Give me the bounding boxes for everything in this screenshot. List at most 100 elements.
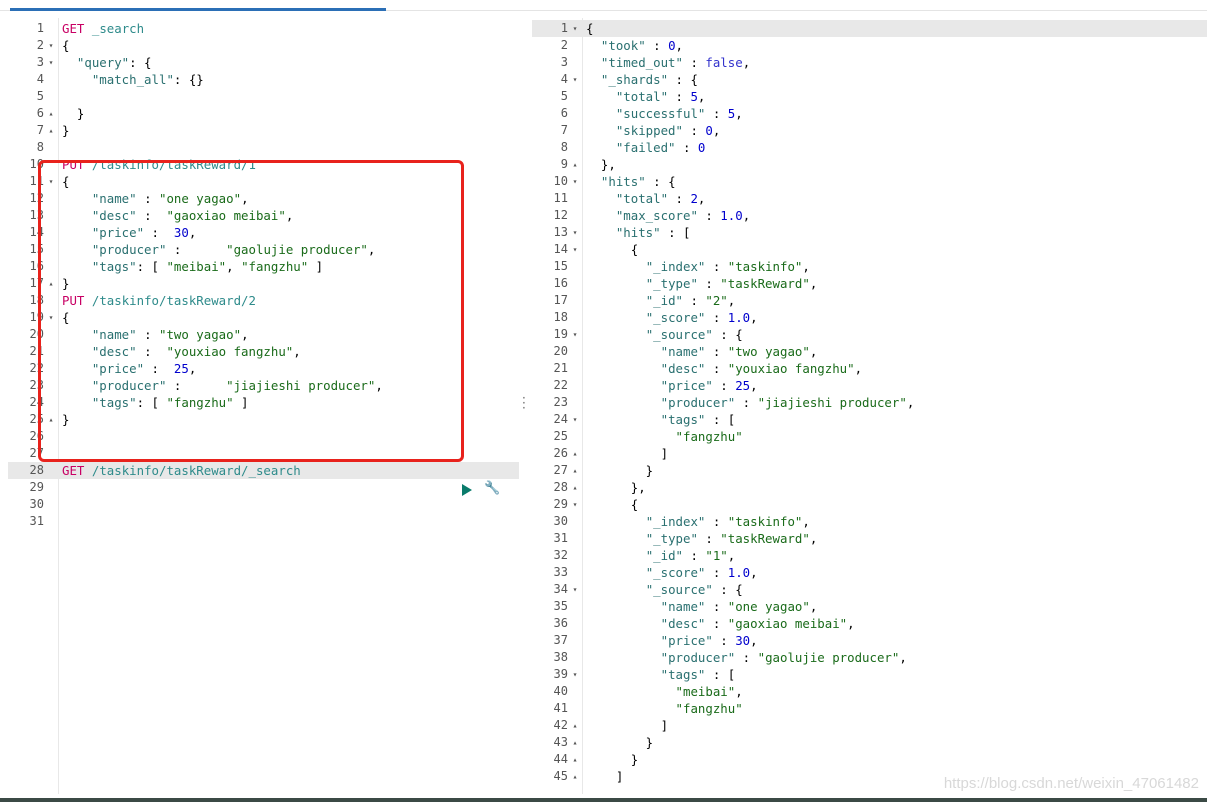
- line-code: "total" : 5,: [615, 89, 706, 104]
- fold-close-icon[interactable]: ▴: [570, 717, 580, 734]
- line-code: "price" : 30,: [660, 633, 758, 648]
- fold-open-icon[interactable]: ▾: [570, 20, 580, 37]
- line-number: 19: [553, 327, 568, 341]
- line-code: "hits" : {: [600, 174, 676, 189]
- code-line[interactable]: 28 GET /taskinfo/taskReward/_search: [8, 462, 519, 479]
- fold-open-icon[interactable]: ▾: [570, 326, 580, 343]
- line-number: 8: [36, 140, 44, 154]
- line-code: {: [586, 242, 639, 257]
- watermark-text: https://blog.csdn.net/weixin_47061482: [943, 775, 1199, 792]
- line-code: {: [586, 497, 639, 512]
- code-line: 38 "producer" : "gaolujie producer",: [532, 649, 1207, 666]
- fold-close-icon[interactable]: ▴: [46, 105, 56, 122]
- fold-open-icon[interactable]: ▾: [570, 173, 580, 190]
- fold-open-icon[interactable]: ▾: [570, 666, 580, 683]
- line-number: 34: [553, 582, 568, 596]
- line-number: 10: [553, 174, 568, 188]
- code-line: 12 "max_score" : 1.0,: [532, 207, 1207, 224]
- code-line: 16 "_type" : "taskReward",: [532, 275, 1207, 292]
- code-line[interactable]: 8: [8, 139, 519, 156]
- line-code: GET _search: [62, 21, 145, 36]
- fold-open-icon[interactable]: ▾: [570, 224, 580, 241]
- line-code: "_index" : "taskinfo",: [645, 259, 810, 274]
- fold-close-icon[interactable]: ▴: [570, 156, 580, 173]
- code-line[interactable]: 1 GET _search: [8, 20, 519, 37]
- line-number: 20: [553, 344, 568, 358]
- line-number: 36: [553, 616, 568, 630]
- wrench-icon[interactable]: 🔧: [484, 481, 500, 496]
- code-line: 41 "fangzhu": [532, 700, 1207, 717]
- code-line: 26 ▴ ]: [532, 445, 1207, 462]
- fold-close-icon[interactable]: ▴: [570, 445, 580, 462]
- line-number: 11: [553, 191, 568, 205]
- code-line: 13 ▾ "hits" : [: [532, 224, 1207, 241]
- line-number: 8: [560, 140, 568, 154]
- line-code: "hits" : [: [615, 225, 691, 240]
- line-code: "desc" : "gaoxiao meibai",: [660, 616, 855, 631]
- line-code: {: [62, 38, 70, 53]
- fold-open-icon[interactable]: ▾: [46, 54, 56, 71]
- code-line[interactable]: 29: [8, 479, 519, 496]
- line-code: "_shards" : {: [600, 72, 698, 87]
- line-number: 7: [560, 123, 568, 137]
- line-number: 16: [553, 276, 568, 290]
- line-code: GET /taskinfo/taskReward/_search: [62, 463, 301, 478]
- line-number: 35: [553, 599, 568, 613]
- line-number: 15: [553, 259, 568, 273]
- fold-close-icon[interactable]: ▴: [570, 768, 580, 785]
- code-line: 34 ▾ "_source" : {: [532, 581, 1207, 598]
- fold-open-icon[interactable]: ▾: [46, 37, 56, 54]
- code-line[interactable]: 6 ▴ }: [8, 105, 519, 122]
- code-line: 21 "desc" : "youxiao fangzhu",: [532, 360, 1207, 377]
- fold-close-icon[interactable]: ▴: [570, 751, 580, 768]
- line-code: "price" : 25,: [660, 378, 758, 393]
- code-line[interactable]: 3 ▾ "query": {: [8, 54, 519, 71]
- code-line[interactable]: 5: [8, 88, 519, 105]
- code-line: 9 ▴ },: [532, 156, 1207, 173]
- line-number: 28: [29, 463, 44, 477]
- code-line: 32 "_id" : "1",: [532, 547, 1207, 564]
- code-line[interactable]: 4 "match_all": {}: [8, 71, 519, 88]
- line-code: {: [586, 21, 594, 36]
- line-number: 3: [560, 55, 568, 69]
- code-line: 42 ▴ ]: [532, 717, 1207, 734]
- line-number: 23: [553, 395, 568, 409]
- fold-open-icon[interactable]: ▾: [570, 411, 580, 428]
- code-line[interactable]: 30: [8, 496, 519, 513]
- code-line[interactable]: 31: [8, 513, 519, 530]
- line-number: 31: [29, 514, 44, 528]
- top-tab-bar: [0, 0, 1207, 11]
- line-code: "_type" : "taskReward",: [645, 531, 818, 546]
- line-number: 30: [29, 497, 44, 511]
- fold-open-icon[interactable]: ▾: [570, 496, 580, 513]
- line-number: 38: [553, 650, 568, 664]
- code-line: 19 ▾ "_source" : {: [532, 326, 1207, 343]
- code-line: 31 "_type" : "taskReward",: [532, 530, 1207, 547]
- fold-close-icon[interactable]: ▴: [570, 462, 580, 479]
- fold-open-icon[interactable]: ▾: [570, 241, 580, 258]
- code-line[interactable]: 2 ▾ {: [8, 37, 519, 54]
- line-number: 14: [553, 242, 568, 256]
- code-line: 24 ▾ "tags" : [: [532, 411, 1207, 428]
- line-code: "tags" : [: [660, 667, 736, 682]
- active-tab-indicator[interactable]: [10, 8, 386, 11]
- line-number: 24: [553, 412, 568, 426]
- line-code: "desc" : "youxiao fangzhu",: [660, 361, 863, 376]
- fold-close-icon[interactable]: ▴: [46, 122, 56, 139]
- fold-close-icon[interactable]: ▴: [570, 734, 580, 751]
- code-line: 5 "total" : 5,: [532, 88, 1207, 105]
- line-code: "_score" : 1.0,: [645, 310, 758, 325]
- line-number: 27: [553, 463, 568, 477]
- fold-open-icon[interactable]: ▾: [570, 581, 580, 598]
- play-icon[interactable]: [462, 484, 472, 496]
- vertical-dots-icon[interactable]: · · ·: [522, 392, 526, 414]
- code-line[interactable]: 7 ▴}: [8, 122, 519, 139]
- code-line: 3 "timed_out" : false,: [532, 54, 1207, 71]
- line-code: }: [586, 463, 654, 478]
- code-line: 14 ▾ {: [532, 241, 1207, 258]
- highlight-annotation-box: [38, 160, 464, 462]
- line-code: "meibai",: [675, 684, 743, 699]
- fold-open-icon[interactable]: ▾: [570, 71, 580, 88]
- fold-close-icon[interactable]: ▴: [570, 479, 580, 496]
- line-code: "_id" : "1",: [645, 548, 736, 563]
